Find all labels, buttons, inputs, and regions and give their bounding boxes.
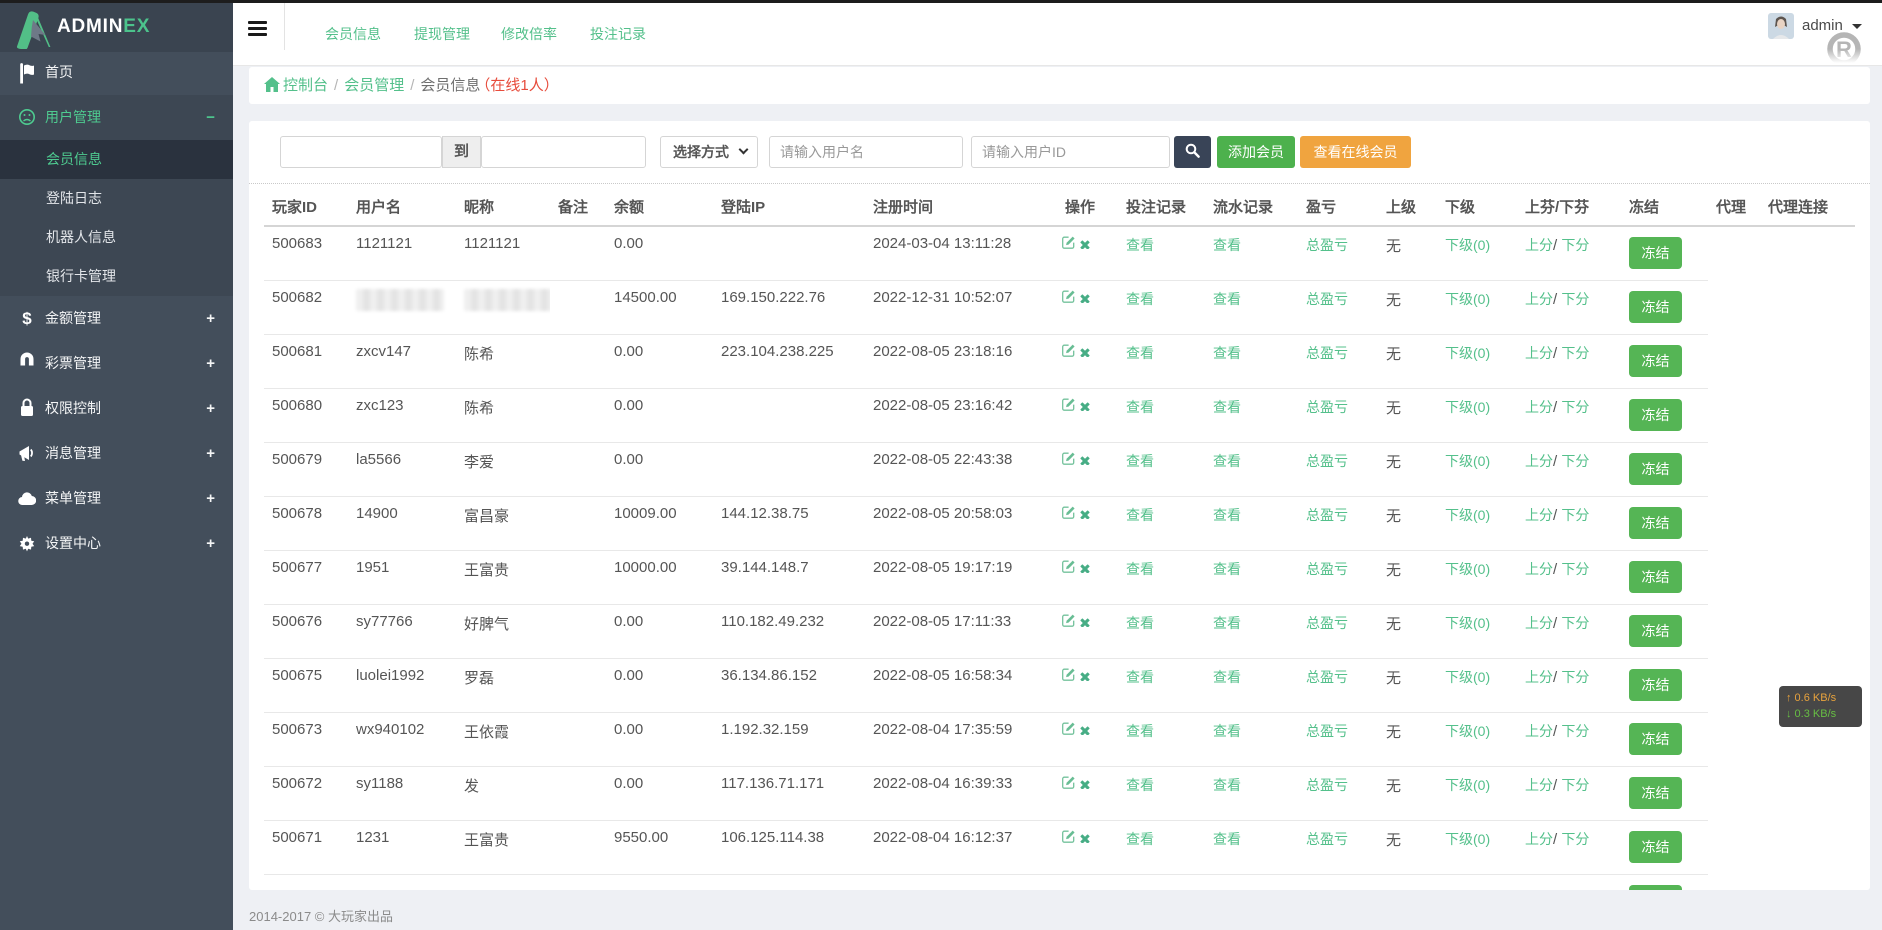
svg-text:R: R [1836, 37, 1852, 62]
